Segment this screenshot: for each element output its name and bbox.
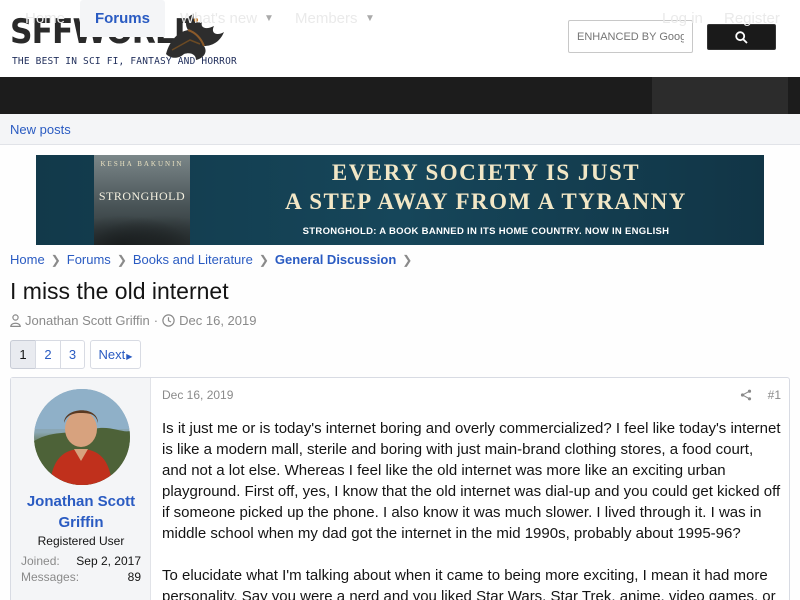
banner-headline-1: EVERY SOCIETY IS JUST [331,160,641,185]
new-posts-link[interactable]: New posts [10,122,71,137]
post-username[interactable]: Jonathan Scott Griffin [11,491,151,533]
nav-whats-new[interactable]: What's new [180,0,257,37]
auth-area [652,77,788,114]
joined-label: Joined: [21,554,60,568]
login-link[interactable]: Log in [662,0,703,37]
post-date[interactable]: Dec 16, 2019 [162,388,233,402]
post-header: Dec 16, 2019 #1 [162,388,781,404]
breadcrumb-forums[interactable]: Forums [67,252,111,267]
post-paragraph: Is it just me or is today's internet bor… [162,420,781,542]
post-number[interactable]: #1 [768,388,781,402]
next-page-button[interactable]: Next▶ [90,340,141,369]
post-paragraph: To elucidate what I'm talking about when… [162,567,776,600]
avatar[interactable] [34,389,130,485]
messages-label: Messages: [21,570,80,584]
clock-icon [162,314,175,327]
breadcrumb: Home ❯ Forums ❯ Books and Literature ❯ General… [10,252,418,268]
book-author: KESHA BAKUNIN [100,160,184,168]
user-icon [10,314,21,327]
joined-stat: Joined: Sep 2, 2017 [21,554,141,568]
chevron-right-icon: ❯ [258,253,269,267]
avatar-photo [34,389,130,485]
messages-stat: Messages: 89 [21,570,141,584]
banner-subline: STRONGHOLD: A BOOK BANNED IN ITS HOME CO… [302,226,670,237]
caret-down-icon[interactable]: ▼ [365,0,375,37]
banner-headline-2: A STEP AWAY FROM A TYRANNY [285,189,687,214]
thread-author[interactable]: Jonathan Scott Griffin [25,313,150,328]
chevron-right-icon: ❯ [402,253,413,267]
thread-title: I miss the old internet [10,278,229,304]
book-title: STRONGHOLD [98,189,186,203]
ad-banner[interactable]: KESHA BAKUNIN STRONGHOLD EVERY SOCIETY I… [36,155,764,245]
logo-tagline: THE BEST IN SCI FI, FANTASY AND HORROR [12,56,237,67]
post-body: Is it just me or is today's internet bor… [162,418,782,600]
nav-members[interactable]: Members [295,0,358,37]
pagination: 1 2 3 Next▶ [10,340,141,369]
page-1[interactable]: 1 [10,340,35,369]
breadcrumb-books[interactable]: Books and Literature [133,252,253,267]
chevron-right-icon: ❯ [116,253,127,267]
page-3[interactable]: 3 [60,340,85,369]
post-user-info: Jonathan Scott Griffin Registered User J… [11,378,151,600]
joined-value: Sep 2, 2017 [76,554,141,568]
page-2[interactable]: 2 [35,340,60,369]
register-link[interactable]: Register [724,0,780,37]
nav-forums[interactable]: Forums [80,0,165,37]
chevron-right-icon: ❯ [50,253,61,267]
page-links: 1 2 3 [10,340,85,369]
next-label: Next [98,347,126,362]
messages-value: 89 [127,570,141,584]
thread-date[interactable]: Dec 16, 2019 [179,313,256,328]
user-title: Registered User [37,534,125,548]
sub-nav: New posts [0,114,800,145]
post: Jonathan Scott Griffin Registered User J… [10,377,790,600]
breadcrumb-general-discussion[interactable]: General Discussion [275,252,396,267]
book-art [94,215,190,245]
caret-down-icon[interactable]: ▼ [264,0,274,37]
nav-home[interactable]: Home [10,0,80,37]
caret-right-icon: ▶ [126,352,133,361]
breadcrumb-home[interactable]: Home [10,252,45,267]
thread-meta: Jonathan Scott Griffin · Dec 16, 2019 [10,313,256,328]
share-icon[interactable] [740,389,752,401]
meta-separator: · [153,313,159,328]
book-cover: KESHA BAKUNIN STRONGHOLD [94,155,190,245]
